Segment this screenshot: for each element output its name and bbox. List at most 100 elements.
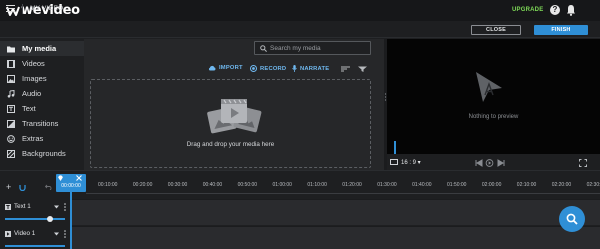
music-icon: [7, 89, 15, 98]
sidebar-item-label: Extras: [22, 134, 44, 143]
filter-icon[interactable]: [358, 66, 367, 72]
track-volume-slider[interactable]: [5, 218, 65, 220]
top-bar: [0, 0, 600, 21]
sort-icon[interactable]: [341, 66, 350, 72]
sidebar-item-audio[interactable]: Audio: [0, 86, 84, 101]
preview-empty-text: Nothing to preview: [468, 114, 519, 120]
marker-pin-icon[interactable]: [58, 175, 63, 181]
playhead-time: 00:00:00: [61, 183, 81, 189]
more-vertical-icon[interactable]: [64, 230, 66, 238]
sidebar-item-extras[interactable]: Extras: [0, 131, 84, 146]
finish-button[interactable]: FINISH: [534, 25, 588, 35]
transitions-icon: [7, 119, 15, 128]
track-header[interactable]: Text 1: [0, 199, 70, 225]
narrate-button[interactable]: NARRATE: [292, 65, 329, 72]
sidebar-item-my-media[interactable]: My media: [0, 41, 84, 56]
aspect-ratio-selector[interactable]: 16 : 9 ▾: [401, 159, 421, 166]
ruler-tick-label: 00:10:00: [98, 182, 118, 188]
upgrade-link[interactable]: UPGRADE: [512, 7, 543, 13]
ruler-tick-label: 01:20:00: [342, 182, 362, 188]
track-label: Text 1: [14, 203, 31, 210]
search-icon: [566, 213, 578, 225]
ruler-tick-label: 02:00:00: [481, 182, 502, 188]
narrate-label: NARRATE: [300, 65, 330, 72]
aspect-ratio-icon[interactable]: [390, 159, 398, 165]
microphone-icon: [292, 65, 297, 72]
skip-forward-icon[interactable]: [497, 159, 505, 167]
ruler-tick-label: 00:50:00: [237, 182, 258, 188]
import-label: IMPORT: [219, 65, 243, 71]
record-label: RECORD: [260, 65, 287, 72]
ruler-tick-label: 01:30:00: [377, 182, 397, 188]
fullscreen-icon[interactable]: [579, 159, 587, 167]
zoom-search-button[interactable]: [559, 206, 585, 232]
skip-back-icon[interactable]: [475, 159, 483, 167]
sidebar-item-label: Text: [22, 104, 36, 113]
ruler-tick-label: 00:40:00: [202, 182, 223, 188]
track-lane[interactable]: [72, 199, 600, 225]
sidebar-item-label: Audio: [22, 89, 42, 98]
sidebar-item-label: Videos: [22, 59, 45, 68]
dropzone-text: Drag and drop your media here: [186, 141, 275, 148]
sidebar-item-label: Images: [22, 74, 47, 83]
sidebar-item-transitions[interactable]: Transitions: [0, 116, 84, 131]
sidebar: My media Videos Images Audio Text Transi…: [0, 39, 84, 170]
more-vertical-icon[interactable]: [64, 203, 66, 211]
ruler-tick-label: 02:30:00: [586, 182, 600, 188]
backgrounds-icon: [7, 149, 15, 158]
close-button[interactable]: CLOSE: [471, 25, 521, 35]
text-track-icon: [5, 204, 11, 210]
track-row: Text 1: [0, 199, 600, 225]
chevron-down-icon[interactable]: [54, 205, 59, 209]
folder-icon: [7, 46, 15, 52]
playhead-line[interactable]: [70, 192, 72, 249]
sidebar-item-videos[interactable]: Videos: [0, 56, 84, 71]
ruler-tick-label: 01:50:00: [447, 182, 467, 188]
question-circle-icon[interactable]: ?: [550, 5, 560, 15]
project-title[interactable]: MY VIDEO: [30, 5, 63, 12]
record-button[interactable]: RECORD: [250, 65, 286, 72]
sidebar-item-label: Backgrounds: [22, 149, 66, 158]
add-track-icon[interactable]: +: [6, 183, 11, 192]
search-icon: [260, 45, 267, 52]
divider: [22, 4, 23, 14]
track-header[interactable]: Video 1: [0, 226, 70, 249]
text-icon: [7, 104, 15, 113]
scissors-icon[interactable]: [76, 175, 82, 181]
video-track-icon: [5, 231, 11, 237]
undo-icon[interactable]: [45, 184, 53, 190]
ruler-tick-label: 02:10:00: [516, 182, 537, 188]
import-button[interactable]: IMPORT: [208, 65, 243, 71]
track-lane[interactable]: [72, 226, 600, 249]
extras-icon: [7, 134, 15, 143]
search-placeholder: Search my media: [270, 45, 321, 52]
track-label: Video 1: [14, 230, 36, 237]
video-icon: [7, 59, 15, 68]
search-input[interactable]: Search my media: [254, 41, 371, 55]
sidebar-item-backgrounds[interactable]: Backgrounds: [0, 146, 84, 161]
track-volume-slider[interactable]: [5, 245, 65, 247]
play-icon[interactable]: [485, 159, 494, 167]
aspect-ratio-value: 16 : 9: [401, 160, 417, 166]
record-icon: [250, 65, 257, 72]
sidebar-item-label: My media: [22, 44, 57, 53]
sidebar-item-text[interactable]: Text: [0, 101, 84, 116]
sidebar-item-label: Transitions: [22, 119, 59, 128]
cloud-upload-icon: [208, 65, 216, 71]
ruler-tick-label: 01:40:00: [412, 182, 432, 188]
ruler-tick-label: 01:10:00: [307, 182, 327, 188]
ruler-tick-label: 00:20:00: [132, 182, 153, 188]
ruler-baseline: [86, 193, 600, 194]
ruler-tick-label: 01:00:00: [272, 182, 292, 188]
preview-progress-marker[interactable]: [394, 141, 396, 154]
bell-icon[interactable]: [566, 4, 576, 16]
track-row: Video 1: [0, 226, 600, 249]
slider-knob[interactable]: [47, 216, 53, 222]
magnet-icon[interactable]: [19, 184, 26, 191]
cursor-arrow-icon: [476, 72, 502, 102]
image-icon: [7, 74, 15, 83]
chevron-down-icon[interactable]: [54, 232, 59, 236]
hamburger-menu-icon[interactable]: [6, 5, 15, 12]
sidebar-item-images[interactable]: Images: [0, 71, 84, 86]
ruler-tick-label: 02:20:00: [551, 182, 572, 188]
